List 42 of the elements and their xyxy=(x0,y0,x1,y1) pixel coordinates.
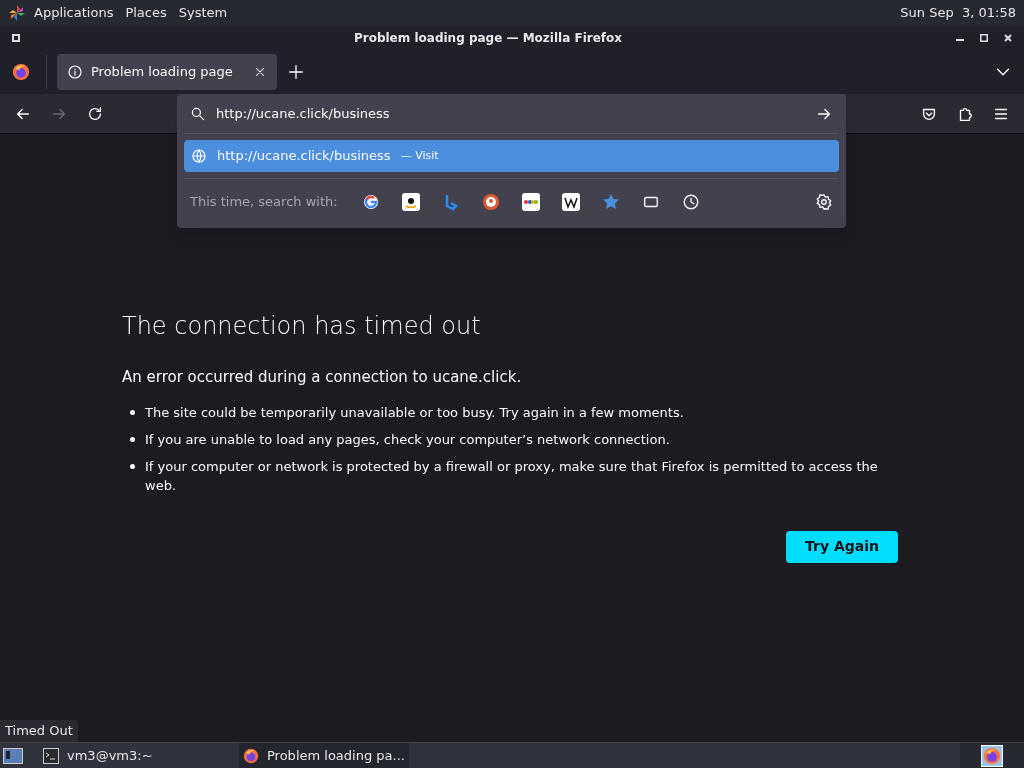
show-desktop-icon[interactable] xyxy=(3,747,23,764)
close-icon[interactable] xyxy=(253,65,267,79)
try-again-button[interactable]: Try Again xyxy=(786,530,898,563)
multicolor-ring-icon[interactable] xyxy=(361,192,380,211)
status-tooltip: Timed Out xyxy=(0,720,78,742)
terminal-icon xyxy=(43,747,59,764)
panel-menu[interactable]: Places xyxy=(125,3,167,23)
reload-icon[interactable] xyxy=(86,104,104,123)
search-icon xyxy=(190,105,206,122)
panel-clock[interactable]: Sun Sep 3, 01:58 xyxy=(900,3,1016,23)
info-icon xyxy=(67,64,83,80)
close-icon[interactable] xyxy=(1004,34,1012,42)
bullet-icon xyxy=(130,409,135,415)
error-description: An error occurred during a connection to ucane.click. xyxy=(122,367,523,388)
firefox-tray-icon xyxy=(983,746,1001,765)
new-tab-icon[interactable] xyxy=(287,63,305,81)
settings-icon[interactable] xyxy=(815,192,833,211)
browser-tab[interactable]: Problem loading page xyxy=(57,54,277,90)
window-title: Problem loading page — Mozilla Firefox xyxy=(352,30,624,47)
bullet-icon xyxy=(130,463,135,469)
panel-menu[interactable]: System xyxy=(178,3,228,23)
error-hint: If you are unable to load any pages, check your computer’s network connection. xyxy=(145,430,670,449)
serif-mark-icon[interactable] xyxy=(561,192,580,211)
taskbar-item[interactable]: vm3@vm3:~ xyxy=(39,742,239,768)
error-hint: If your computer or network is protected by a firewall or proxy, make sure that Firefox is permitted to access the web. xyxy=(145,457,879,495)
maximize-icon[interactable] xyxy=(980,34,988,42)
star-icon[interactable] xyxy=(601,192,620,211)
duck-circle-icon[interactable] xyxy=(481,192,500,211)
panel-menu[interactable]: Applications xyxy=(34,3,114,23)
error-title: The connection has timed out xyxy=(122,311,482,342)
search-with-label: This time, search with: xyxy=(190,192,338,211)
clock-icon[interactable] xyxy=(681,192,700,211)
globe-icon xyxy=(191,148,207,164)
taskbar-item[interactable]: Problem loading pa... xyxy=(239,742,409,768)
window-menu-icon[interactable] xyxy=(12,34,20,42)
error-hint: The site could be temporarily unavailable or too busy. Try again in a few moments. xyxy=(145,403,684,422)
bullet-icon xyxy=(130,436,135,442)
suggestion-action: — Visit xyxy=(400,147,439,164)
firefox-view-icon xyxy=(12,63,30,81)
firefox-logo-icon xyxy=(243,747,259,764)
pinwheel-logo-icon[interactable] xyxy=(8,4,26,22)
colored-dots-icon[interactable] xyxy=(521,192,540,211)
